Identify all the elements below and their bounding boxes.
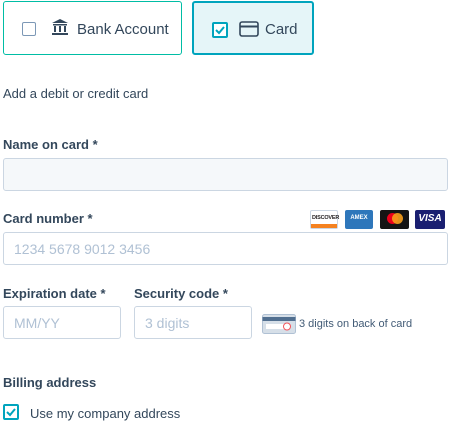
expiration-date-label: Expiration date * <box>3 286 106 301</box>
credit-card-icon <box>239 21 259 42</box>
visa-logo: VISA <box>415 210 445 229</box>
security-code-input[interactable] <box>134 306 252 339</box>
expiration-date-input[interactable] <box>3 306 121 339</box>
use-company-address-checkbox[interactable] <box>3 404 19 420</box>
bank-account-checkbox[interactable] <box>22 22 36 36</box>
name-on-card-label: Name on card * <box>3 137 98 152</box>
bank-account-option[interactable]: Bank Account <box>3 1 182 55</box>
card-number-label: Card number * <box>3 211 93 226</box>
security-code-label: Security code * <box>134 286 228 301</box>
amex-logo: AMEX <box>345 210 373 229</box>
billing-address-label: Billing address <box>3 375 97 390</box>
card-label: Card <box>265 21 298 38</box>
bank-account-label: Bank Account <box>77 21 169 38</box>
name-on-card-input[interactable] <box>3 158 448 191</box>
discover-logo: DISCOVER <box>310 210 339 229</box>
card-number-input[interactable] <box>3 232 448 265</box>
use-company-address-label: Use my company address <box>30 406 181 421</box>
card-checkbox[interactable] <box>212 22 228 38</box>
card-option[interactable]: Card <box>192 1 314 55</box>
card-helper-text: Add a debit or credit card <box>3 86 149 101</box>
security-code-hint: 3 digits on back of card <box>299 318 413 330</box>
mastercard-logo <box>380 210 409 229</box>
bank-icon <box>51 18 69 41</box>
card-back-icon <box>262 314 296 339</box>
